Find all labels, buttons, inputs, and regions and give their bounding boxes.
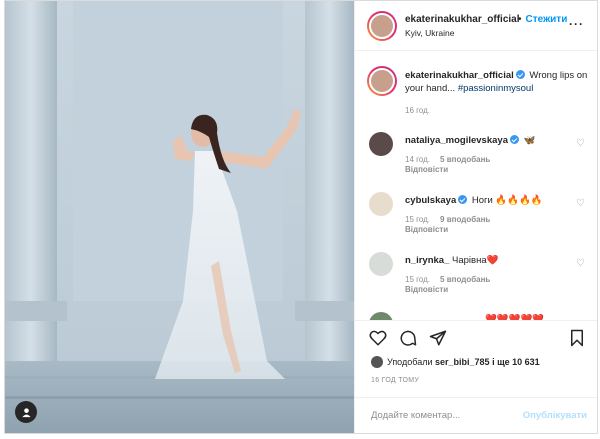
comments-list[interactable]: ekaterinakukhar_official Wrong lips on y…	[355, 52, 597, 320]
comment-text: Чарівна❤️	[452, 255, 499, 266]
likes-prefix: Уподобали	[387, 357, 433, 367]
more-options-icon[interactable]: ···	[569, 17, 584, 31]
commenter-avatar[interactable]	[369, 192, 393, 216]
comment-time[interactable]: 15 год.	[405, 275, 430, 284]
author-username[interactable]: ekaterinakukhar_official	[405, 14, 520, 25]
author-avatar[interactable]	[367, 11, 397, 41]
user-icon	[21, 407, 31, 417]
commenter-avatar[interactable]	[369, 252, 393, 276]
comment-like-icon[interactable]: ♡	[576, 258, 585, 269]
bookmark-icon[interactable]	[569, 329, 585, 347]
comment-time[interactable]: 15 год.	[405, 215, 430, 224]
comment-icon[interactable]	[399, 329, 417, 347]
commenter-avatar[interactable]	[369, 132, 393, 156]
comment-likes[interactable]: 9 вподобань	[440, 215, 490, 224]
comment-like-icon[interactable]: ♡	[576, 198, 585, 209]
liker-username[interactable]: ser_bibi_785	[435, 357, 490, 367]
post-photo[interactable]	[5, 1, 354, 433]
likes-summary: Уподобали ser_bibi_785 і ще 10 631	[371, 356, 540, 368]
post-header: ekaterinakukhar_official • Стежити Kyiv, …	[355, 1, 597, 51]
comment-time[interactable]: 14 год.	[405, 155, 430, 164]
comment-text: Ноги 🔥🔥🔥🔥	[471, 195, 543, 206]
separator-dot: •	[518, 14, 522, 25]
post-dialog: ekaterinakukhar_official • Стежити Kyiv, …	[4, 0, 598, 434]
tagged-users-button[interactable]	[15, 401, 37, 423]
reply-button[interactable]: Відповісти	[405, 225, 490, 234]
caption-time[interactable]: 16 год.	[405, 106, 430, 115]
comment-form: Додайте коментар... Опублікувати	[355, 397, 597, 433]
reply-button[interactable]: Відповісти	[405, 285, 490, 294]
comment-username[interactable]: nataliya_mogilevskaya	[405, 135, 508, 146]
comment-username[interactable]: cybulskaya	[405, 195, 456, 206]
post-timestamp[interactable]: 16 ГОД ТОМУ	[371, 377, 419, 384]
verified-badge-icon	[515, 70, 525, 79]
send-icon[interactable]	[429, 329, 447, 347]
reply-button[interactable]: Відповісти	[405, 165, 490, 174]
post-actions: Уподобали ser_bibi_785 і ще 10 631 16 ГО…	[355, 320, 597, 433]
heart-icon[interactable]	[369, 329, 387, 347]
caption-avatar[interactable]	[367, 66, 397, 96]
follow-label: Стежити	[525, 14, 568, 25]
follow-button[interactable]: • Стежити	[518, 14, 567, 25]
location-link[interactable]: Kyiv, Ukraine	[405, 28, 454, 38]
post-sidebar: ekaterinakukhar_official • Стежити Kyiv, …	[354, 1, 597, 433]
liker-avatar[interactable]	[371, 356, 383, 368]
post-comment-button[interactable]: Опублікувати	[523, 410, 587, 421]
verified-badge-icon	[509, 135, 519, 144]
verified-badge-icon	[458, 195, 468, 204]
caption-hashtag[interactable]: #passioninmysoul	[458, 83, 534, 94]
commenter-avatar[interactable]	[369, 312, 393, 320]
post-image	[5, 1, 354, 433]
comment-text: 🦋	[523, 135, 536, 146]
caption-username[interactable]: ekaterinakukhar_official	[405, 70, 514, 81]
comment-likes[interactable]: 5 вподобань	[440, 275, 490, 284]
comment-like-icon[interactable]: ♡	[576, 138, 585, 149]
comment-username[interactable]: n_irynka_	[405, 255, 449, 266]
comment-likes[interactable]: 5 вподобань	[440, 155, 490, 164]
likes-count[interactable]: і ще 10 631	[492, 357, 540, 367]
comment-input[interactable]: Додайте коментар...	[371, 410, 460, 421]
